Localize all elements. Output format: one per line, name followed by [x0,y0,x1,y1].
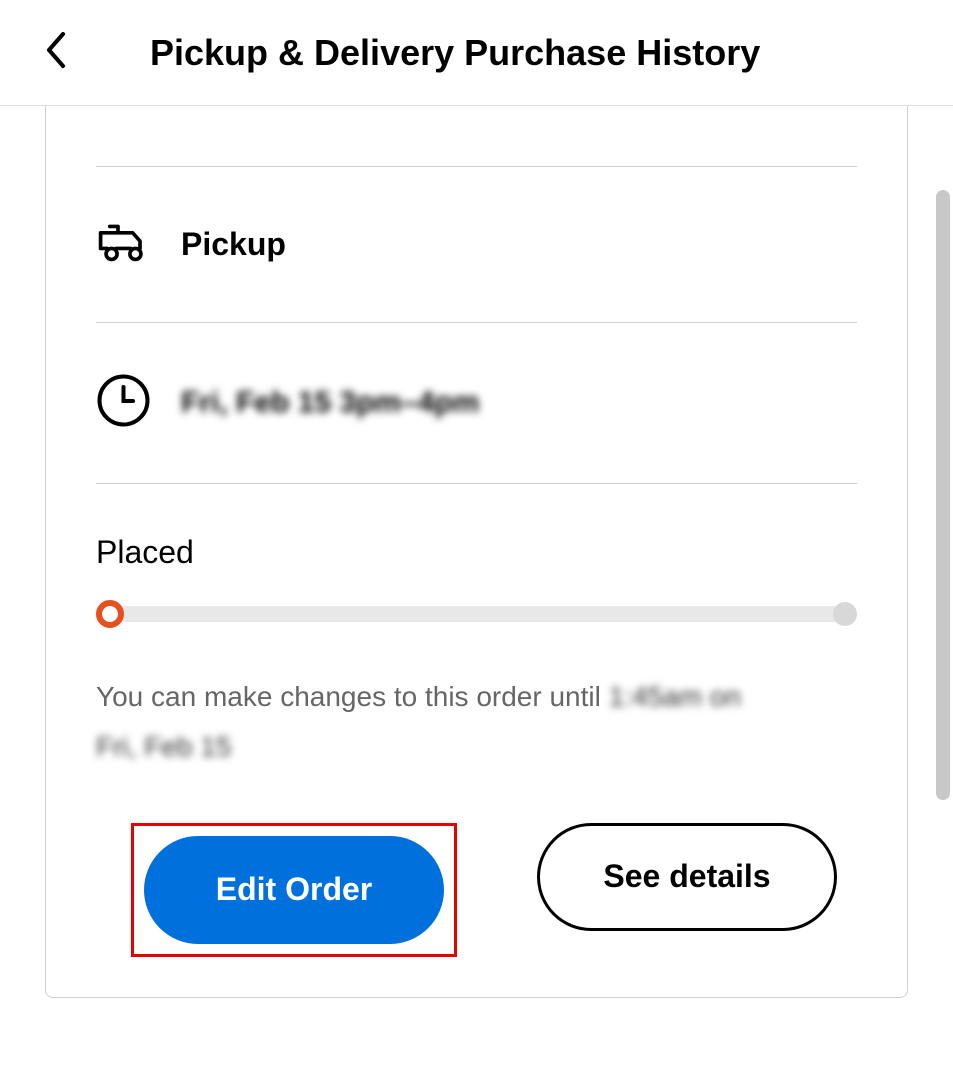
edit-order-button[interactable]: Edit Order [144,836,444,944]
clock-icon [96,373,151,433]
edit-order-highlight: Edit Order [131,823,457,957]
pickup-time: Fri, Feb 15 3pm–4pm [181,386,479,420]
time-row: Fri, Feb 15 3pm–4pm [96,323,857,483]
info-redacted: Fri, Feb 15 [96,731,231,762]
page-title: Pickup & Delivery Purchase History [150,32,760,74]
pickup-truck-icon [96,217,151,272]
info-redacted: 1:45am on [609,681,741,712]
back-icon[interactable] [40,30,70,75]
button-row: Edit Order See details [96,823,857,957]
status-section: Placed You can make changes to this orde… [96,484,857,957]
order-progress-bar [96,606,857,622]
order-info-text: You can make changes to this order until… [96,672,857,773]
pickup-row: Pickup [96,167,857,322]
progress-start-marker [96,600,124,628]
status-label: Placed [96,534,857,571]
progress-end-marker [833,602,857,626]
pickup-label: Pickup [181,226,286,263]
scrollbar[interactable] [936,190,950,800]
order-card: Pickup Fri, Feb 15 3pm–4pm Placed You ca… [45,106,908,998]
header: Pickup & Delivery Purchase History [0,0,953,106]
info-prefix: You can make changes to this order until [96,681,609,712]
see-details-button[interactable]: See details [537,823,837,931]
